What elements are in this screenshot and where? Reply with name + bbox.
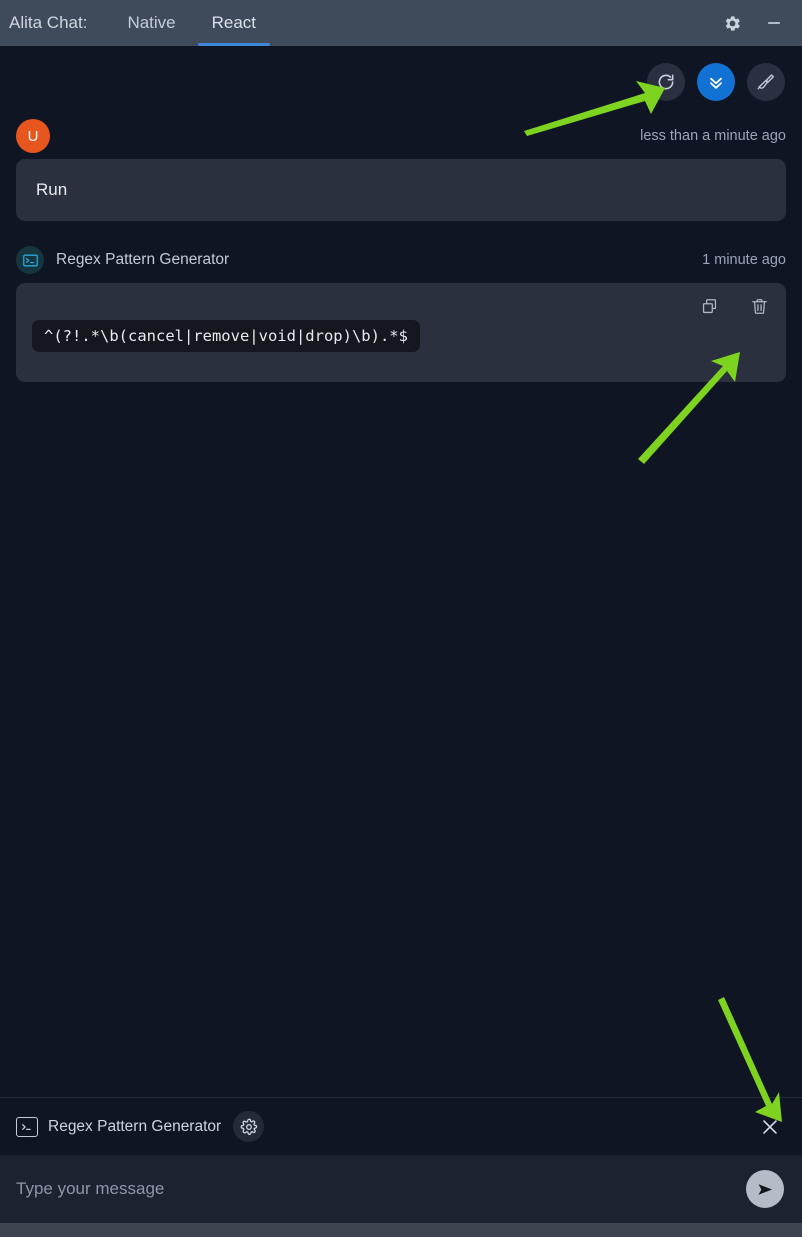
send-button[interactable] bbox=[746, 1170, 784, 1208]
assistant-message-header: Regex Pattern Generator 1 minute ago bbox=[16, 237, 786, 283]
message-input[interactable] bbox=[16, 1175, 736, 1203]
active-tool-name: Regex Pattern Generator bbox=[48, 1117, 222, 1135]
app-title: Alita Chat: bbox=[9, 13, 88, 32]
chat-action-row bbox=[16, 46, 786, 106]
gear-icon[interactable] bbox=[720, 11, 744, 35]
user-message-text: Run bbox=[36, 180, 68, 199]
terminal-icon bbox=[16, 246, 44, 274]
clear-chat-button[interactable] bbox=[747, 62, 785, 101]
avatar-initial: U bbox=[27, 127, 39, 145]
user-message-bubble: Run bbox=[16, 159, 786, 221]
gear-icon[interactable] bbox=[233, 1111, 265, 1142]
copy-icon[interactable] bbox=[698, 295, 720, 317]
refresh-button[interactable] bbox=[647, 62, 685, 101]
footer-strip bbox=[0, 1223, 802, 1237]
trash-icon[interactable] bbox=[748, 295, 770, 317]
active-tool-bar: Regex Pattern Generator bbox=[0, 1097, 802, 1155]
minimize-icon[interactable] bbox=[762, 11, 786, 35]
assistant-message-bubble: ^(?!.*\b(cancel|remove|void|drop)\b).*$ bbox=[16, 283, 786, 382]
close-toolbar-button[interactable] bbox=[756, 1113, 784, 1141]
regex-code-chip[interactable]: ^(?!.*\b(cancel|remove|void|drop)\b).*$ bbox=[32, 320, 420, 352]
user-message-timestamp: less than a minute ago bbox=[640, 128, 786, 144]
scroll-to-bottom-button[interactable] bbox=[697, 62, 735, 101]
window-controls bbox=[720, 11, 802, 35]
assistant-message-timestamp: 1 minute ago bbox=[702, 252, 786, 268]
assistant-name: Regex Pattern Generator bbox=[56, 251, 230, 268]
chat-area: U less than a minute ago Run Regex Patte… bbox=[0, 46, 802, 1097]
terminal-icon bbox=[16, 1116, 38, 1137]
avatar: U bbox=[16, 119, 50, 153]
tab-react[interactable]: React bbox=[194, 0, 274, 46]
tab-native[interactable]: Native bbox=[109, 0, 193, 46]
title-bar: Alita Chat: Native React bbox=[0, 0, 802, 46]
app-window: Alita Chat: Native React U less than a m… bbox=[0, 0, 802, 1237]
message-tools bbox=[698, 295, 770, 317]
user-message-header: U less than a minute ago bbox=[16, 113, 786, 159]
message-composer bbox=[0, 1155, 802, 1223]
tab-react-label: React bbox=[211, 13, 257, 32]
tab-native-label: Native bbox=[127, 13, 176, 32]
tab-bar: Native React bbox=[109, 0, 274, 46]
